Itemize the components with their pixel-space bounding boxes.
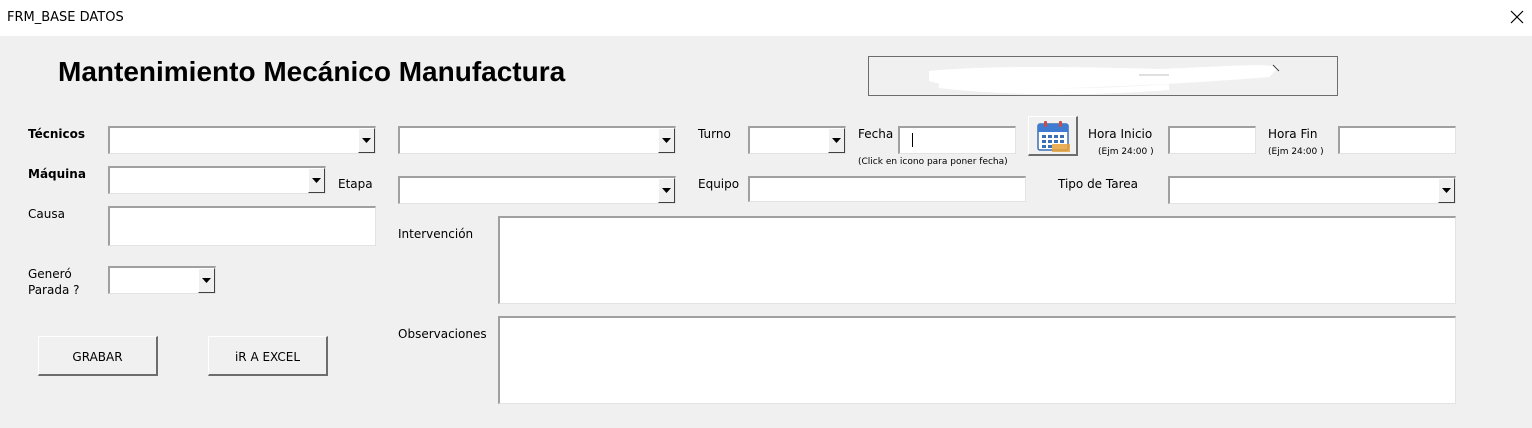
close-icon[interactable] <box>1506 6 1528 28</box>
hora-fin-input[interactable] <box>1338 126 1456 154</box>
fecha-hint: (Click en icono para poner fecha) <box>858 157 1008 167</box>
fecha-input[interactable] <box>898 126 1016 154</box>
genero-parada-combobox[interactable] <box>108 266 216 294</box>
title-bar: FRM_BASE DATOS <box>0 0 1532 36</box>
hora-inicio-input[interactable] <box>1168 126 1256 154</box>
etapa-combobox[interactable] <box>398 176 676 204</box>
hora-inicio-hint: (Ejm 24:00 ) <box>1098 147 1154 157</box>
logo-image <box>868 56 1338 96</box>
chevron-down-icon[interactable] <box>828 128 845 153</box>
causa-label: Causa <box>28 207 65 221</box>
maquina-label: Máquina <box>28 167 86 181</box>
grabar-button[interactable]: GRABAR <box>38 336 158 376</box>
hora-inicio-label: Hora Inicio <box>1088 127 1153 141</box>
hora-fin-label: Hora Fin <box>1268 127 1318 141</box>
chevron-down-icon[interactable] <box>358 128 375 153</box>
etapa-label: Etapa <box>338 177 373 191</box>
page-title: Mantenimiento Mecánico Manufactura <box>58 56 566 87</box>
chevron-down-icon[interactable] <box>308 168 325 193</box>
fecha-label: Fecha <box>858 127 894 141</box>
genero-label-line1: Generó <box>28 267 72 281</box>
observaciones-label: Observaciones <box>398 327 487 341</box>
tecnicos-combobox[interactable] <box>108 126 376 154</box>
ir-a-excel-button[interactable]: iR A EXCEL <box>208 336 328 376</box>
calendar-icon <box>1037 121 1070 152</box>
observaciones-textarea[interactable] <box>498 316 1456 404</box>
turno-label: Turno <box>698 127 731 141</box>
chevron-down-icon[interactable] <box>658 128 675 153</box>
text-caret <box>912 133 913 147</box>
causa-input[interactable] <box>108 206 376 246</box>
intervencion-textarea[interactable] <box>498 216 1456 304</box>
intervencion-label: Intervención <box>398 227 474 241</box>
equipo-label: Equipo <box>698 177 740 191</box>
chevron-down-icon[interactable] <box>1438 178 1455 203</box>
turno-combobox[interactable] <box>748 126 846 154</box>
equipo-input[interactable] <box>748 176 1026 202</box>
tecnicos-label: Técnicos <box>28 127 85 141</box>
window-title: FRM_BASE DATOS <box>7 10 124 25</box>
chevron-down-icon[interactable] <box>198 268 215 293</box>
tecnicos-secondary-combobox[interactable] <box>398 126 676 154</box>
tipo-tarea-combobox[interactable] <box>1168 176 1456 204</box>
genero-label-line2: Parada ? <box>28 283 80 297</box>
hora-fin-hint: (Ejm 24:00 ) <box>1268 147 1324 157</box>
tipo-tarea-label: Tipo de Tarea <box>1058 177 1138 191</box>
chevron-down-icon[interactable] <box>658 178 675 203</box>
maquina-combobox[interactable] <box>108 166 326 194</box>
calendar-button[interactable] <box>1028 116 1078 156</box>
